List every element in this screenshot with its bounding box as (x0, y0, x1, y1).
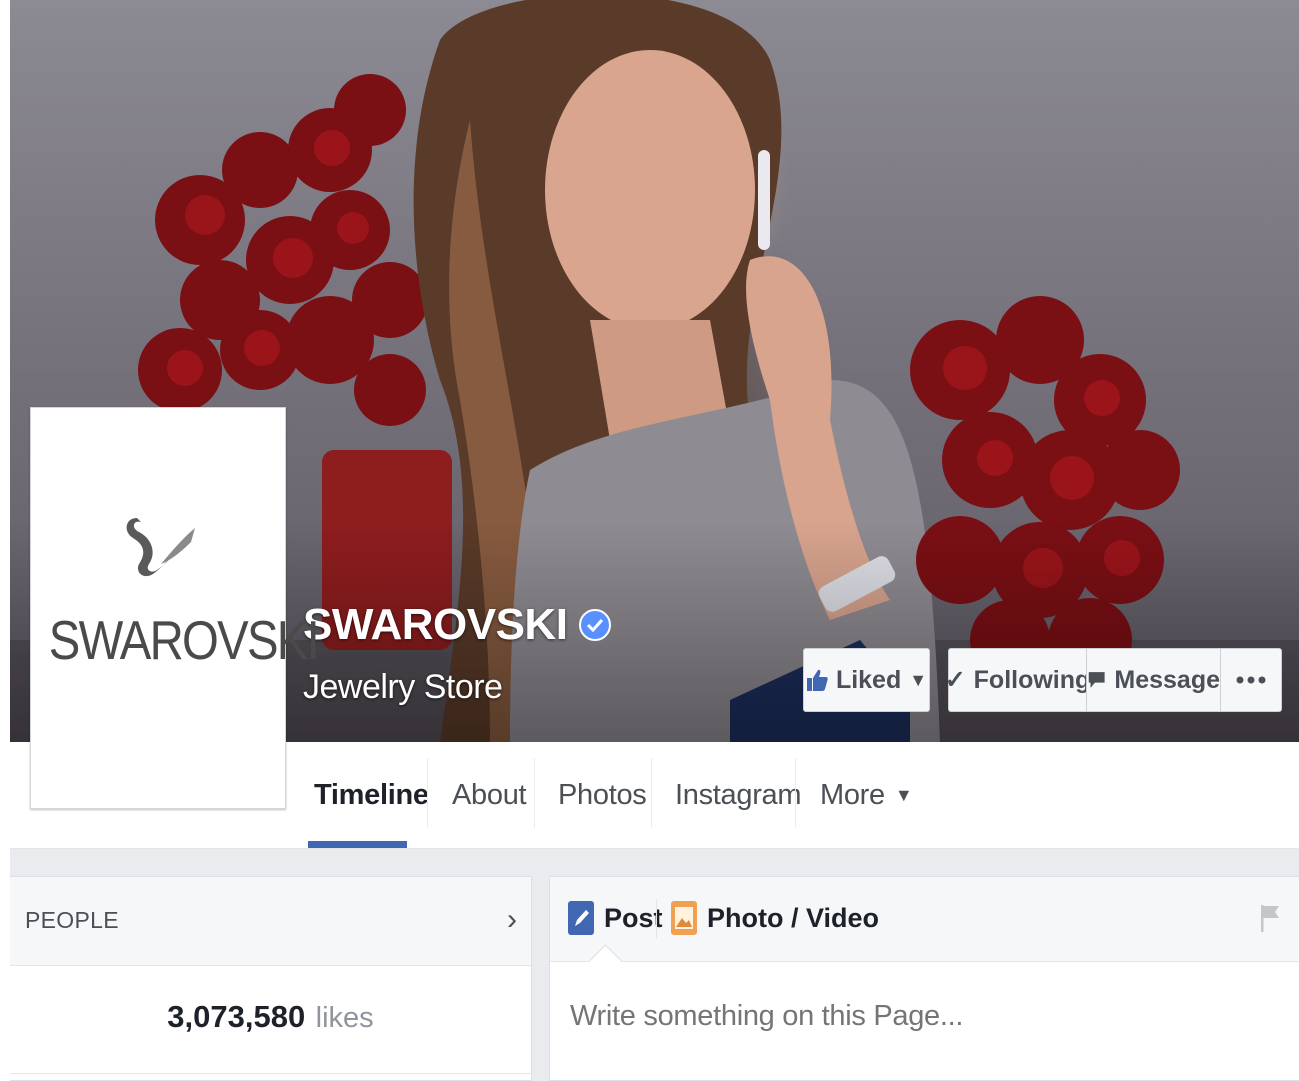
thumbs-up-icon (806, 669, 828, 691)
photo-icon (671, 901, 697, 935)
message-label: Message (1114, 665, 1220, 694)
tab-label: Instagram (675, 778, 802, 811)
swan-logo-icon (126, 518, 195, 577)
photo-video-label: Photo / Video (707, 902, 880, 933)
tab-divider (427, 758, 428, 828)
post-composer: Post Photo / Video (549, 876, 1299, 1081)
people-card: PEOPLE › 3,073,580 likes (10, 876, 532, 1081)
tab-more[interactable]: More ▼ (820, 762, 913, 828)
check-icon: ✓ (944, 666, 966, 694)
tab-divider (795, 758, 796, 828)
caret-down-icon: ▼ (894, 784, 913, 805)
card-divider (10, 1073, 531, 1074)
composer-tab-post[interactable]: Post (568, 901, 663, 935)
pencil-icon (568, 901, 594, 935)
tab-divider (651, 758, 652, 828)
tab-instagram[interactable]: Instagram (675, 762, 802, 828)
tab-label: Timeline (314, 778, 429, 811)
message-button[interactable]: Message (1086, 648, 1220, 712)
page-title[interactable]: SWAROVSKI (303, 600, 612, 650)
likes-count: 3,073,580 (167, 999, 306, 1034)
active-tab-indicator (308, 841, 407, 848)
caret-down-icon: ▼ (909, 669, 928, 690)
profile-picture[interactable]: SWAROVSKI (30, 407, 320, 809)
chevron-right-icon[interactable]: › (507, 903, 517, 937)
people-card-header[interactable]: PEOPLE › (10, 877, 531, 966)
logo-wordmark: SWAROVSKI (48, 609, 320, 671)
tab-label: About (452, 778, 527, 811)
composer-tab-divider (656, 899, 657, 939)
more-options-button[interactable] (1220, 648, 1282, 712)
tab-photos[interactable]: Photos (558, 762, 647, 828)
tab-label: Photos (558, 778, 647, 811)
tab-label: More (820, 778, 885, 811)
tab-timeline[interactable]: Timeline (314, 762, 429, 828)
post-label: Post (604, 902, 663, 933)
composer-input[interactable] (568, 999, 1272, 1034)
tab-about[interactable]: About (452, 762, 527, 828)
following-label: Following (973, 665, 1091, 694)
message-bubble-icon (1088, 672, 1105, 688)
likes-label: likes (315, 1002, 374, 1034)
liked-label: Liked (835, 665, 902, 694)
people-title: PEOPLE (25, 907, 119, 933)
tab-divider (534, 758, 535, 828)
likes-summary: 3,073,580 likes (10, 999, 531, 1035)
page-title-text[interactable]: SWAROVSKI (303, 600, 568, 650)
ellipsis-icon (1236, 676, 1266, 684)
following-button[interactable]: ✓ Following (944, 648, 1090, 712)
flag-icon[interactable] (1259, 903, 1281, 933)
page-category[interactable]: Jewelry Store (303, 668, 503, 707)
liked-button[interactable]: Liked ▼ (803, 648, 930, 712)
composer-header: Post Photo / Video (550, 877, 1299, 962)
verified-badge-icon (579, 609, 612, 641)
composer-tab-photo-video[interactable]: Photo / Video (671, 901, 879, 935)
